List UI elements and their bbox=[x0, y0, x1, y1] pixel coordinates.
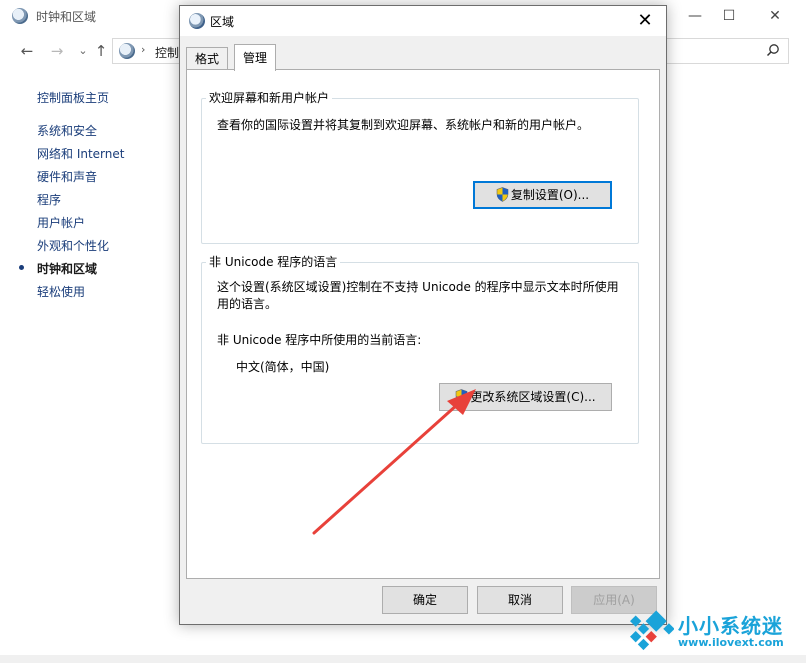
tab-administrative[interactable]: 管理 bbox=[234, 44, 277, 71]
watermark-text: 小小系统迷 bbox=[678, 614, 783, 638]
close-icon[interactable]: ✕ bbox=[760, 6, 790, 26]
breadcrumb[interactable]: 控制 bbox=[155, 44, 179, 61]
non-unicode-language-group: 非 Unicode 程序的语言 这个设置(系统区域设置)控制在不支持 Unico… bbox=[201, 255, 639, 444]
site-watermark: 小小系统迷 www.ilovext.com bbox=[616, 606, 806, 656]
uac-shield-icon bbox=[496, 187, 509, 202]
copy-settings-button[interactable]: 复制设置(O)... bbox=[473, 181, 612, 209]
watermark-url: www.ilovext.com bbox=[678, 636, 784, 649]
dialog-close-icon[interactable]: ✕ bbox=[630, 9, 660, 33]
sidebar-home-link[interactable]: 控制面板主页 bbox=[37, 89, 109, 106]
control-panel-address-icon bbox=[119, 43, 135, 59]
dialog-title: 区域 bbox=[210, 15, 235, 29]
forward-arrow-icon[interactable]: → bbox=[46, 40, 68, 62]
cancel-button[interactable]: 取消 bbox=[477, 586, 563, 614]
back-arrow-icon[interactable]: ← bbox=[16, 40, 38, 62]
change-system-locale-button[interactable]: 更改系统区域设置(C)... bbox=[439, 383, 612, 411]
tab-formats[interactable]: 格式 bbox=[186, 47, 229, 69]
sidebar-item-ease-of-access[interactable]: 轻松使用 bbox=[37, 283, 85, 300]
current-language-label: 非 Unicode 程序中所使用的当前语言: bbox=[217, 333, 422, 347]
control-panel-icon bbox=[12, 8, 28, 24]
welcome-description: 查看你的国际设置并将其复制到欢迎屏幕、系统帐户和新的用户帐户。 bbox=[217, 118, 590, 132]
up-arrow-icon[interactable]: ↑ bbox=[90, 40, 112, 62]
region-globe-icon bbox=[189, 13, 205, 29]
sidebar-item-programs[interactable]: 程序 bbox=[37, 191, 61, 208]
non-unicode-group-title: 非 Unicode 程序的语言 bbox=[206, 255, 341, 269]
uac-shield-icon bbox=[456, 389, 468, 404]
maximize-icon[interactable]: ☐ bbox=[714, 6, 744, 26]
region-dialog: 区域 ✕ 格式 管理 欢迎屏幕和新用户帐户 查看你的国际设置并将其复制到欢迎屏幕… bbox=[179, 5, 667, 625]
dialog-titlebar: 区域 ✕ bbox=[180, 6, 666, 36]
administrative-tab-page: 欢迎屏幕和新用户帐户 查看你的国际设置并将其复制到欢迎屏幕、系统帐户和新的用户帐… bbox=[186, 69, 660, 579]
change-system-locale-label: 更改系统区域设置(C)... bbox=[470, 390, 596, 404]
address-bar[interactable]: › 控制 bbox=[112, 38, 184, 64]
non-unicode-description-line1: 这个设置(系统区域设置)控制在不支持 Unicode 的程序中显示文本时所使用 bbox=[217, 280, 619, 294]
welcome-group-title: 欢迎屏幕和新用户帐户 bbox=[206, 91, 333, 105]
watermark-logo-icon bbox=[630, 610, 674, 651]
minimize-icon[interactable]: — bbox=[680, 6, 710, 26]
copy-settings-label: 复制设置(O)... bbox=[510, 188, 590, 202]
welcome-screen-group: 欢迎屏幕和新用户帐户 查看你的国际设置并将其复制到欢迎屏幕、系统帐户和新的用户帐… bbox=[201, 91, 639, 244]
breadcrumb-separator-icon: › bbox=[141, 43, 146, 56]
sidebar-item-clock-region[interactable]: 时钟和区域 bbox=[37, 260, 97, 277]
sidebar-item-hardware-sound[interactable]: 硬件和声音 bbox=[37, 168, 97, 185]
search-box[interactable] bbox=[663, 38, 789, 64]
search-icon[interactable] bbox=[766, 43, 780, 61]
active-item-bullet-icon bbox=[19, 265, 24, 270]
non-unicode-description-line2: 用的语言。 bbox=[217, 297, 278, 311]
ok-button[interactable]: 确定 bbox=[382, 586, 468, 614]
sidebar-item-user-accounts[interactable]: 用户帐户 bbox=[37, 214, 85, 231]
current-language-value: 中文(简体，中国) bbox=[236, 360, 330, 374]
sidebar-item-network[interactable]: 网络和 Internet bbox=[37, 145, 124, 162]
sidebar-item-appearance[interactable]: 外观和个性化 bbox=[37, 237, 109, 254]
window-bottom-edge bbox=[0, 655, 806, 663]
sidebar-item-system-security[interactable]: 系统和安全 bbox=[37, 122, 97, 139]
control-panel-title: 时钟和区域 bbox=[36, 10, 97, 24]
